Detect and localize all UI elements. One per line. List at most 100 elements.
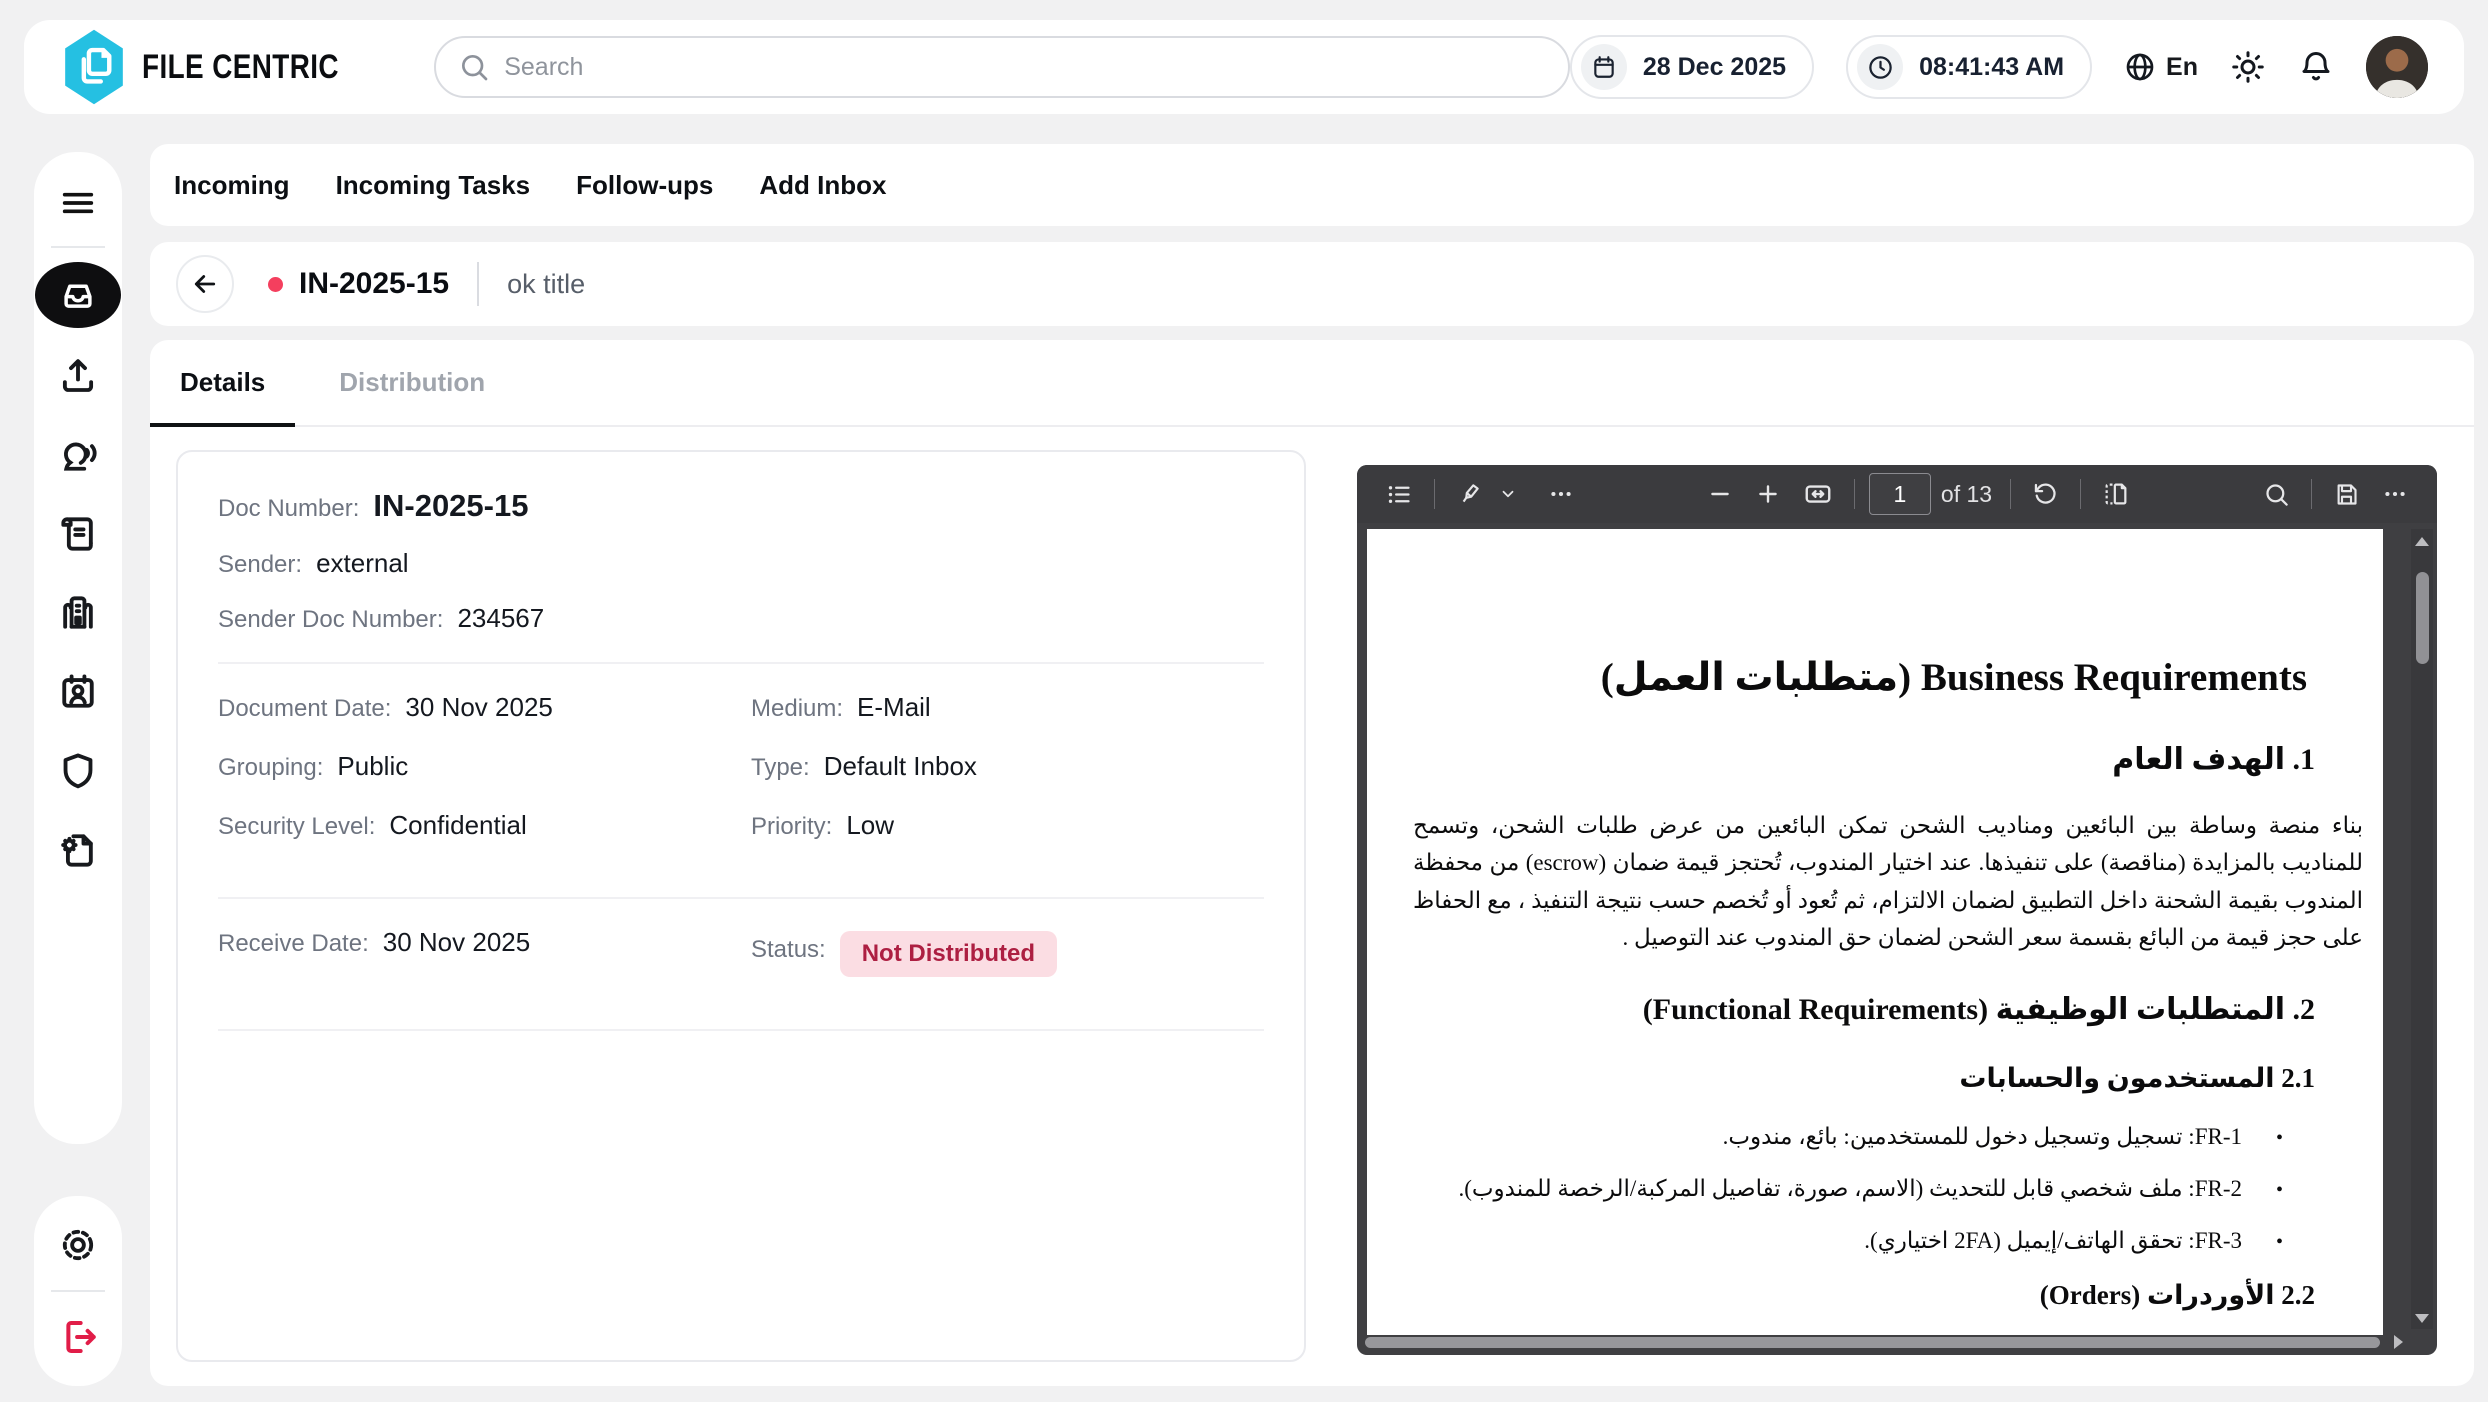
field-value: E-Mail <box>857 692 931 723</box>
inbox-icon <box>59 276 97 314</box>
field-sender: Sender: external <box>218 548 1264 579</box>
header-divider <box>477 262 479 306</box>
field-value: Public <box>337 751 408 782</box>
sidebar <box>34 152 122 1144</box>
toolbar-divider <box>2311 479 2312 509</box>
scroll-up-arrow-icon[interactable] <box>2415 537 2429 546</box>
pdf-section-1-heading: 1. الهدف العام <box>1413 742 2315 777</box>
tab-details[interactable]: Details <box>150 340 295 425</box>
section-divider <box>218 1029 1264 1031</box>
sidebar-item-fax[interactable] <box>46 573 110 652</box>
tab-distribution[interactable]: Distribution <box>309 340 515 425</box>
nav-item-follow-ups[interactable]: Follow-ups <box>576 170 713 201</box>
pdf-bullet-item: • FR-1: تسجيل وتسجيل دخول للمستخدمين: با… <box>1413 1124 2283 1150</box>
field-sender-doc-number: Sender Doc Number: 234567 <box>218 603 1264 634</box>
field-value: Default Inbox <box>824 751 977 782</box>
calendar-icon <box>1581 44 1627 90</box>
status-dot <box>268 277 283 292</box>
field-label: Security Level: <box>218 813 375 841</box>
app-header: FILE CENTRIC 28 Dec 2025 08:41:43 AM En <box>24 20 2464 114</box>
nav-item-incoming-tasks[interactable]: Incoming Tasks <box>336 170 531 201</box>
status-badge: Not Distributed <box>840 931 1057 977</box>
pdf-horizontal-scrollbar[interactable] <box>1365 1334 2403 1350</box>
more-options-icon[interactable] <box>1537 472 1585 516</box>
pdf-vertical-scrollbar[interactable] <box>2411 529 2433 1329</box>
sidebar-bottom-divider <box>51 1290 105 1292</box>
global-search <box>434 36 1570 98</box>
bullet-text: FR-1: تسجيل وتسجيل دخول للمستخدمين: بائع… <box>1723 1124 2242 1150</box>
page-view-icon[interactable] <box>2091 472 2141 516</box>
arrow-left-icon <box>190 269 220 299</box>
vertical-scroll-thumb[interactable] <box>2416 572 2429 664</box>
field-priority: Priority: Low <box>751 810 1264 841</box>
field-label: Sender Doc Number: <box>218 606 443 634</box>
details-panel: Doc Number: IN-2025-15 Sender: external … <box>176 450 1306 1362</box>
date-pill[interactable]: 28 Dec 2025 <box>1570 35 1814 99</box>
field-value: Confidential <box>389 810 526 841</box>
settings-button[interactable] <box>46 1214 110 1276</box>
highlighter-icon[interactable] <box>1445 472 1493 516</box>
pdf-more-options-icon[interactable] <box>2371 472 2419 516</box>
sidebar-divider <box>51 246 105 248</box>
file-centric-logo-icon <box>60 28 128 106</box>
theme-toggle-button[interactable] <box>2230 49 2266 85</box>
sidebar-item-scroll[interactable] <box>46 494 110 573</box>
current-date: 28 Dec 2025 <box>1643 53 1786 82</box>
search-input[interactable] <box>504 53 1546 82</box>
bullet-marker: • <box>2276 1128 2283 1148</box>
back-button[interactable] <box>176 255 234 313</box>
zoom-in-icon[interactable] <box>1744 472 1792 516</box>
pdf-bullet-item: • FR-2: ملف شخصي قابل للتحديث (الاسم، صو… <box>1413 1176 2283 1202</box>
document-detail-card: Details Distribution Doc Number: IN-2025… <box>150 340 2474 1386</box>
pdf-section-2-2-heading: 2.2 الأوردرات (Orders) <box>1413 1280 2315 1311</box>
sidebar-item-upload[interactable] <box>46 336 110 415</box>
logout-icon <box>57 1316 99 1358</box>
chevron-down-icon[interactable] <box>1493 472 1523 516</box>
time-pill[interactable]: 08:41:43 AM <box>1846 35 2092 99</box>
bullet-marker: • <box>2276 1180 2283 1200</box>
field-receive-date: Receive Date: 30 Nov 2025 <box>218 927 751 973</box>
pdf-page: Business Requirements (متطلبات العمل) 1.… <box>1367 529 2383 1335</box>
nav-item-incoming[interactable]: Incoming <box>174 170 290 201</box>
field-label: Document Date: <box>218 695 391 723</box>
user-avatar[interactable] <box>2366 36 2428 98</box>
menu-icon[interactable] <box>46 174 110 232</box>
field-label: Receive Date: <box>218 930 369 958</box>
zoom-out-icon[interactable] <box>1696 472 1744 516</box>
pdf-search-icon[interactable] <box>2252 472 2301 516</box>
sidebar-item-contacts[interactable] <box>46 652 110 731</box>
app-logo-text: FILE CENTRIC <box>142 48 339 87</box>
scroll-down-arrow-icon[interactable] <box>2415 1314 2429 1323</box>
fit-to-width-icon[interactable] <box>1792 472 1844 516</box>
field-value: IN-2025-15 <box>373 488 528 524</box>
sidebar-item-security[interactable] <box>46 731 110 810</box>
bullet-text: FR-3: تحقق الهاتف/إيميل (2FA اختياري). <box>1864 1228 2242 1254</box>
sidebar-bottom <box>34 1196 122 1386</box>
rotate-icon[interactable] <box>2021 472 2070 516</box>
page-number-input[interactable] <box>1869 473 1931 515</box>
sidebar-item-inbox[interactable] <box>35 262 121 328</box>
bullet-text: FR-2: ملف شخصي قابل للتحديث (الاسم، صورة… <box>1459 1176 2242 1202</box>
scroll-right-arrow-icon[interactable] <box>2394 1335 2403 1349</box>
document-settings-icon <box>56 828 100 872</box>
pdf-section-1-body: بناء منصة وساطة بين البائعين ومناديب الش… <box>1413 807 2363 956</box>
shield-icon <box>56 749 100 793</box>
field-label: Grouping: <box>218 754 323 782</box>
settings-icon <box>56 1223 100 1267</box>
page-count-label: of 13 <box>1941 481 1992 508</box>
nav-item-add-inbox[interactable]: Add Inbox <box>759 170 886 201</box>
notifications-button[interactable] <box>2298 49 2334 85</box>
sidebar-item-document-settings[interactable] <box>46 810 110 889</box>
language-selector[interactable]: En <box>2124 51 2198 83</box>
toolbar-divider <box>2010 479 2011 509</box>
save-icon[interactable] <box>2322 472 2371 516</box>
table-of-contents-icon[interactable] <box>1375 472 1424 516</box>
logout-button[interactable] <box>46 1306 110 1368</box>
field-value: Low <box>846 810 894 841</box>
pdf-toolbar: of 13 <box>1357 465 2437 523</box>
sidebar-item-voice[interactable] <box>46 415 110 494</box>
field-document-date: Document Date: 30 Nov 2025 <box>218 692 751 723</box>
horizontal-scroll-thumb[interactable] <box>1365 1337 2380 1348</box>
contact-badge-icon <box>56 670 100 714</box>
pdf-document-content: Business Requirements (متطلبات العمل) 1.… <box>1367 529 2383 1311</box>
